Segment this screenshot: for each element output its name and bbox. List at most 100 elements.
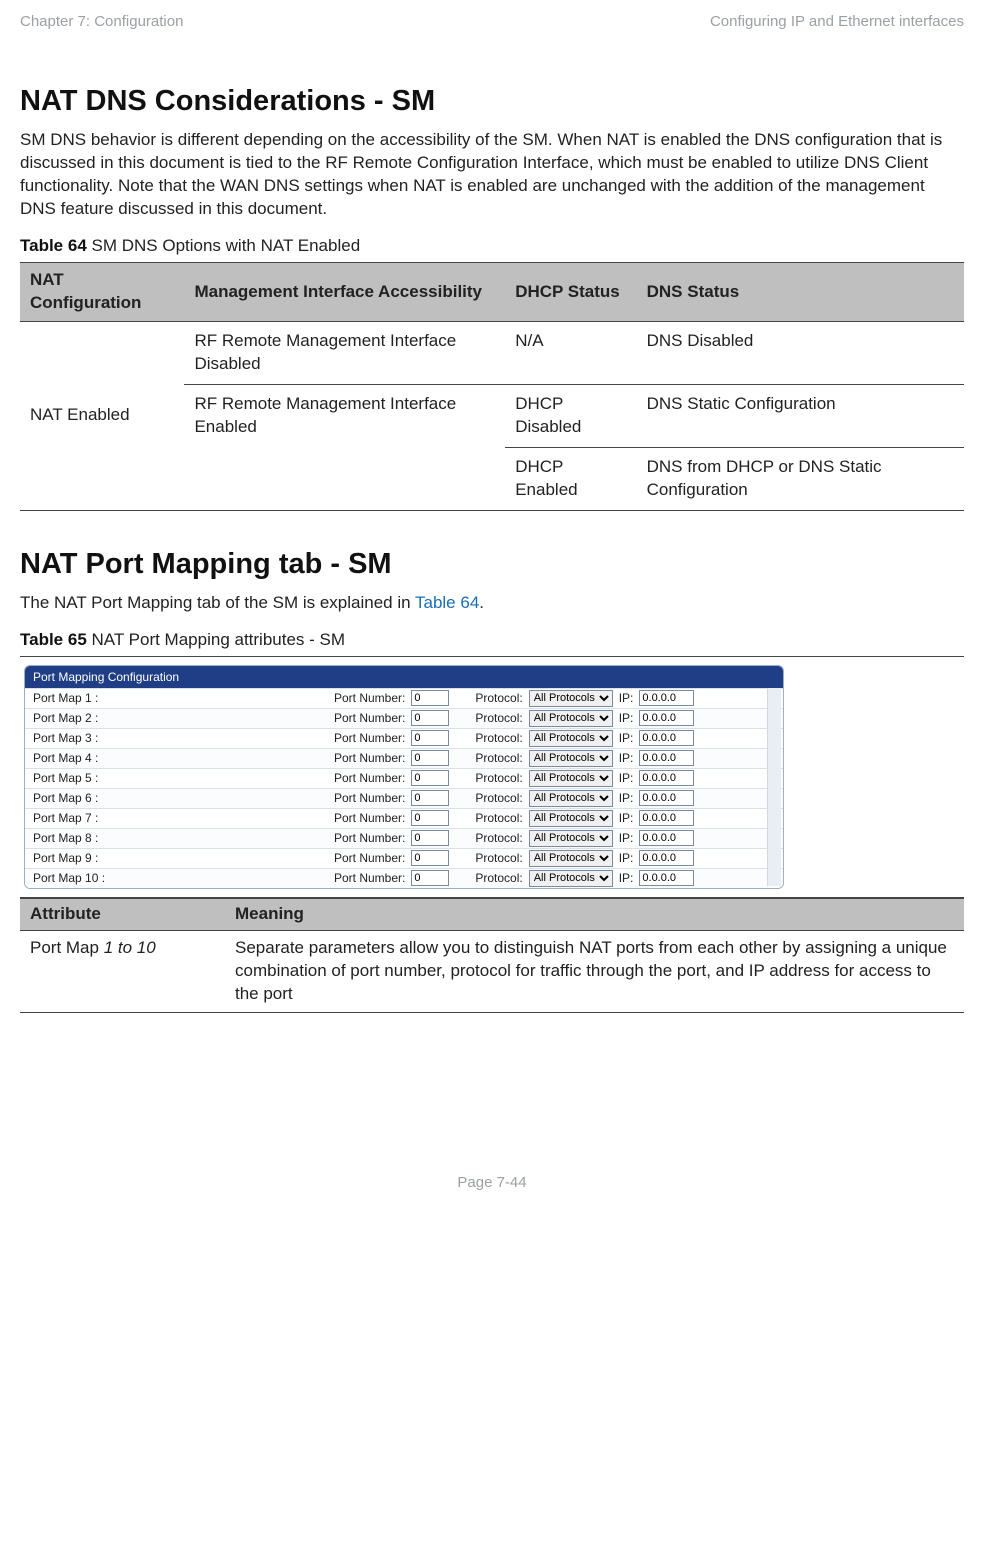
ip-label: IP: [619,710,634,726]
port-map-label: Port Map 5 : [33,770,328,786]
attr-value: Port Map 1 to 10 [20,930,225,1012]
table-row: NAT Enabled RF Remote Management Interfa… [20,321,964,384]
protocol-label: Protocol: [475,710,522,726]
port-number-label: Port Number: [334,810,405,826]
table-64-caption-rest: SM DNS Options with NAT Enabled [87,236,360,255]
table-64-h1: Management Interface Accessibility [184,263,505,322]
port-map-row: Port Map 5 : Port Number: Protocol: All Pro… [25,768,783,788]
table-64-label: Table 64 [20,236,87,255]
port-number-input[interactable] [411,770,449,786]
port-number-input[interactable] [411,790,449,806]
ip-input[interactable] [639,830,694,846]
dns-from-dhcp-cell: DNS from DHCP or DNS Static Configuratio… [637,447,964,510]
section-1-body: SM DNS behavior is different depending o… [20,129,964,221]
port-number-input[interactable] [411,870,449,886]
table-64-h0: NAT Configuration [20,263,184,322]
port-number-label: Port Number: [334,790,405,806]
ip-label: IP: [619,690,634,706]
port-map-row: Port Map 4 :Port Number:Protocol:All Pro… [25,748,783,768]
port-map-label: Port Map 6 : [33,790,328,806]
ip-input[interactable] [639,770,694,786]
port-number-input[interactable] [411,810,449,826]
protocol-select[interactable]: All Protocols [529,810,613,827]
port-map-row: Port Map 8 : Port Number: Protocol: All Pro… [25,828,783,848]
section-2-body: The NAT Port Mapping tab of the SM is ex… [20,592,964,615]
ip-input[interactable] [639,730,694,746]
section-1-title: NAT DNS Considerations - SM [20,82,964,121]
table-64: NAT Configuration Management Interface A… [20,262,964,511]
port-number-input[interactable] [411,730,449,746]
table-64-link[interactable]: Table 64 [415,593,479,612]
protocol-select[interactable]: All Protocols [529,770,613,787]
ip-label: IP: [619,870,634,886]
protocol-label: Protocol: [475,750,522,766]
attr-pre: Port Map [30,938,104,957]
protocol-select[interactable]: All Protocols [529,830,613,847]
port-map-row: Port Map 9 :Port Number:Protocol:All Pro… [25,848,783,868]
protocol-select[interactable]: All Protocols [529,710,613,727]
port-mapping-screenshot-wrap: Port Mapping Configuration Port Map 1 :P… [20,656,964,898]
table-65-caption: Table 65 NAT Port Mapping attributes - S… [20,629,964,652]
attr-em: 1 to 10 [104,938,156,957]
ip-label: IP: [619,810,634,826]
port-number-input[interactable] [411,710,449,726]
ip-input[interactable] [639,790,694,806]
ip-input[interactable] [639,850,694,866]
running-header: Chapter 7: Configuration Configuring IP … [20,12,964,32]
table-64-caption: Table 64 SM DNS Options with NAT Enabled [20,235,964,258]
port-number-input[interactable] [411,830,449,846]
ip-input[interactable] [639,870,694,886]
protocol-select[interactable]: All Protocols [529,870,613,887]
ip-input[interactable] [639,690,694,706]
running-left: Chapter 7: Configuration [20,12,183,32]
dns-disabled-cell: DNS Disabled [637,321,964,384]
protocol-label: Protocol: [475,870,522,886]
attr-header-row: Attribute Meaning [20,898,964,930]
port-number-input[interactable] [411,690,449,706]
protocol-label: Protocol: [475,830,522,846]
ip-input[interactable] [639,810,694,826]
protocol-label: Protocol: [475,690,522,706]
port-number-input[interactable] [411,850,449,866]
port-map-label: Port Map 1 : [33,690,328,706]
scrollbar[interactable] [767,688,781,886]
ip-label: IP: [619,790,634,806]
meaning-value: Separate parameters allow you to disting… [225,930,964,1012]
table-64-h2: DHCP Status [505,263,636,322]
dhcp-disabled-cell: DHCP Disabled [505,384,636,447]
table-65-caption-rest: NAT Port Mapping attributes - SM [87,630,345,649]
port-number-label: Port Number: [334,870,405,886]
port-number-input[interactable] [411,750,449,766]
port-map-label: Port Map 8 : [33,830,328,846]
table-65-label: Table 65 [20,630,87,649]
nat-enabled-cell: NAT Enabled [20,321,184,510]
protocol-select[interactable]: All Protocols [529,750,613,767]
protocol-select[interactable]: All Protocols [529,850,613,867]
port-number-label: Port Number: [334,770,405,786]
ip-input[interactable] [639,710,694,726]
protocol-select[interactable]: All Protocols [529,690,613,707]
port-mapping-panel: Port Mapping Configuration Port Map 1 :P… [24,665,784,889]
port-map-label: Port Map 4 : [33,750,328,766]
port-map-row: Port Map 3 :Port Number:Protocol:All Pro… [25,728,783,748]
port-number-label: Port Number: [334,830,405,846]
attr-h1: Meaning [225,898,964,930]
protocol-label: Protocol: [475,770,522,786]
port-map-row: Port Map 10 :Port Number:Protocol:All Pr… [25,868,783,888]
ip-label: IP: [619,730,634,746]
mgmt-enabled-cell: RF Remote Management Interface Enabled [184,384,505,510]
attribute-table: Attribute Meaning Port Map 1 to 10 Separ… [20,898,964,1013]
protocol-label: Protocol: [475,850,522,866]
table-row: Port Map 1 to 10 Separate parameters all… [20,930,964,1012]
dns-static-cell: DNS Static Configuration [637,384,964,447]
port-map-label: Port Map 7 : [33,810,328,826]
protocol-select[interactable]: All Protocols [529,790,613,807]
protocol-select[interactable]: All Protocols [529,730,613,747]
port-map-row: Port Map 2 :Port Number:Protocol:All Pro… [25,708,783,728]
protocol-label: Protocol: [475,730,522,746]
ip-input[interactable] [639,750,694,766]
port-number-label: Port Number: [334,730,405,746]
table-64-header-row: NAT Configuration Management Interface A… [20,263,964,322]
mgmt-disabled-cell: RF Remote Management Interface Disabled [184,321,505,384]
protocol-label: Protocol: [475,810,522,826]
